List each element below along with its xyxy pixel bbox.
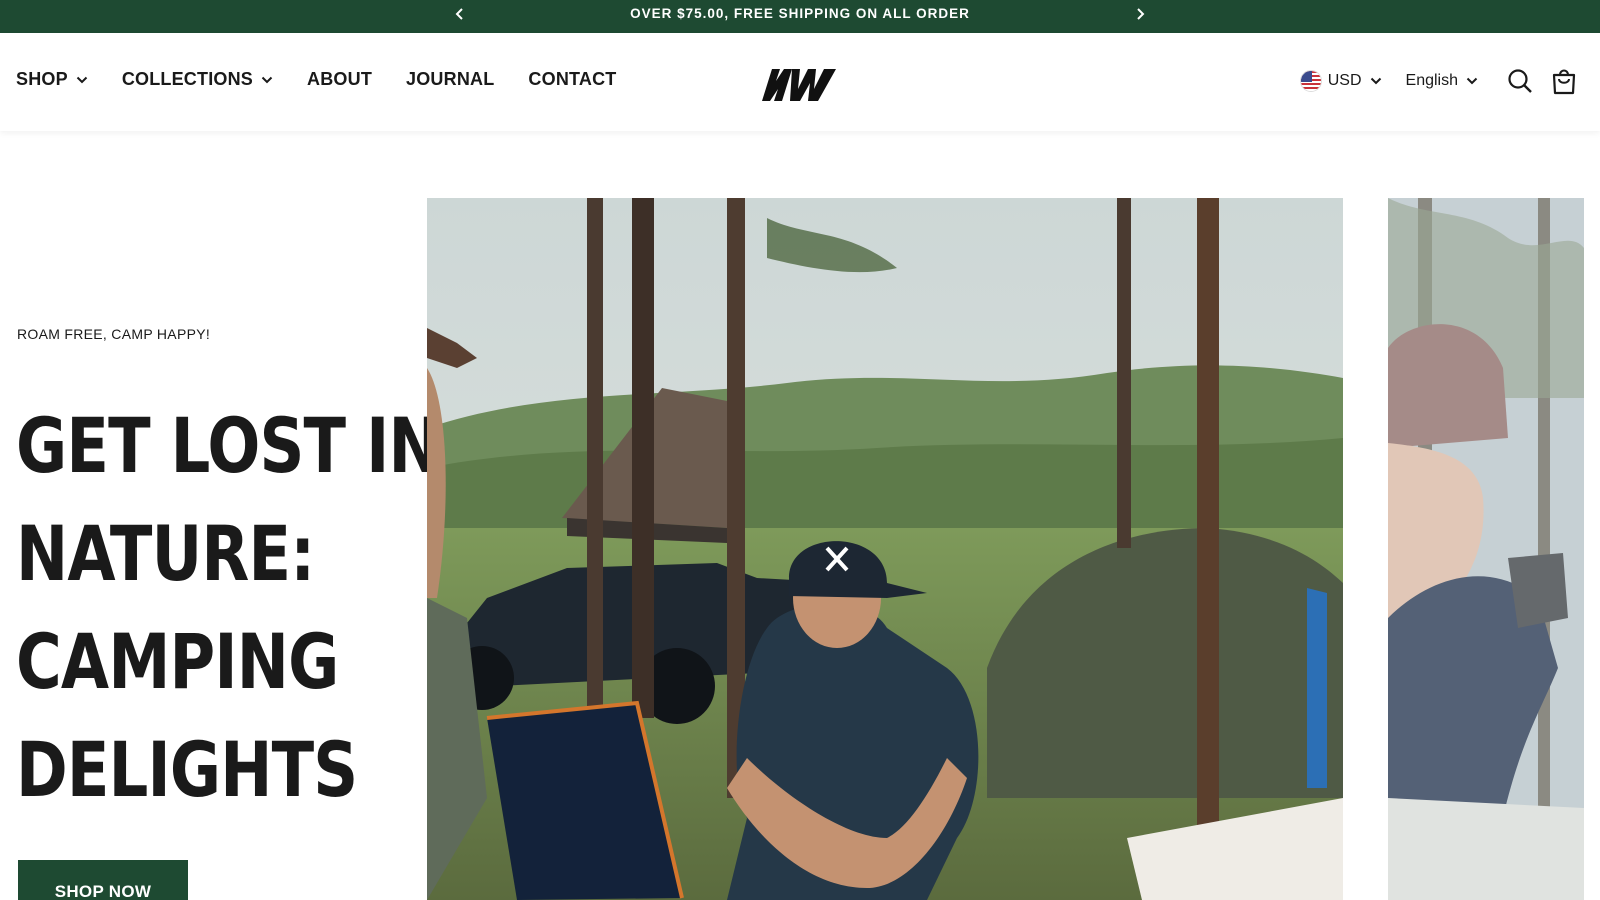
header-utilities: USD English: [1299, 67, 1578, 95]
chevron-right-icon: [1137, 8, 1145, 20]
us-flag-icon: [1299, 70, 1322, 92]
chevron-down-icon: [261, 76, 273, 84]
cart-icon: [1552, 69, 1576, 95]
headline-line: DELIGHTS: [16, 725, 358, 814]
announcement-next-button[interactable]: [1130, 5, 1150, 23]
nav-item-journal[interactable]: JOURNAL: [406, 69, 494, 90]
language-label: English: [1405, 72, 1458, 89]
search-button[interactable]: [1506, 67, 1534, 95]
nav-item-label: SHOP: [16, 69, 68, 89]
headline-line: NATURE:: [16, 509, 315, 598]
nav-item-about[interactable]: ABOUT: [307, 69, 372, 90]
headline-line: CAMPING: [16, 617, 339, 706]
language-selector[interactable]: English: [1406, 72, 1478, 90]
headline-line: GET LOST IN: [16, 401, 441, 490]
nav-item-label: COLLECTIONS: [121, 69, 254, 89]
announcement-bar: OVER $75.00, FREE SHIPPING ON ALL ORDER: [0, 0, 1600, 33]
nav-item-shop[interactable]: SHOP: [16, 69, 88, 90]
main-nav: SHOP COLLECTIONS ABOUT JOURNAL CONTACT: [16, 69, 650, 90]
chevron-down-icon: [1466, 77, 1478, 85]
chevron-down-icon: [1370, 77, 1382, 85]
nav-item-contact[interactable]: CONTACT: [528, 69, 616, 90]
nav-item-label: CONTACT: [528, 69, 617, 89]
announcement-text: OVER $75.00, FREE SHIPPING ON ALL ORDER: [630, 6, 970, 21]
next-slide-image[interactable]: [1388, 198, 1584, 900]
nav-item-label: JOURNAL: [406, 69, 495, 89]
currency-selector[interactable]: USD: [1299, 70, 1382, 92]
currency-label: USD: [1327, 72, 1362, 89]
search-icon: [1508, 69, 1532, 93]
hero-headline: GET LOST IN NATURE: CAMPING DELIGHTS: [16, 392, 441, 824]
brand-logo[interactable]: [758, 65, 840, 105]
hero-eyebrow: ROAM FREE, CAMP HAPPY!: [17, 326, 211, 342]
cart-button[interactable]: [1550, 67, 1578, 95]
shop-now-button[interactable]: SHOP NOW: [18, 860, 188, 900]
nav-item-collections[interactable]: COLLECTIONS: [122, 69, 273, 90]
nav-item-label: ABOUT: [307, 69, 373, 89]
hero-image: [427, 198, 1343, 900]
site-header: SHOP COLLECTIONS ABOUT JOURNAL CONTACT U…: [0, 33, 1600, 131]
chevron-down-icon: [76, 76, 88, 84]
